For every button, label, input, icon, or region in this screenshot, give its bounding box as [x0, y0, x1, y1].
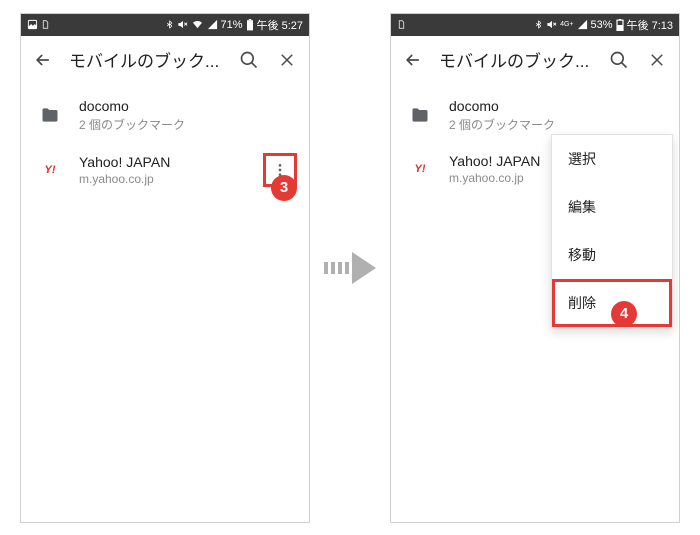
app-header: モバイルのブック... — [21, 36, 309, 84]
phone-screen-right: 4G+ 53% 午後 7:13 モバイルのブック... — [390, 13, 680, 523]
folder-subtitle: 2 個のブックマーク — [79, 116, 297, 133]
mute-icon — [546, 19, 557, 30]
close-button[interactable] — [275, 48, 299, 72]
bookmark-text: Yahoo! JAPAN m.yahoo.co.jp — [79, 154, 245, 186]
page-title: モバイルのブック... — [69, 47, 223, 72]
mute-icon — [177, 19, 188, 30]
clock-time: 午後 5:27 — [257, 17, 303, 33]
signal-icon — [207, 19, 218, 30]
search-button[interactable] — [237, 48, 261, 72]
transition-arrow-icon — [322, 248, 378, 288]
status-bar: 4G+ 53% 午後 7:13 — [391, 14, 679, 36]
folder-icon — [39, 104, 61, 126]
sim-icon — [41, 19, 50, 30]
battery-icon — [616, 19, 624, 31]
network-4g-icon: 4G+ — [560, 21, 573, 28]
phone-screen-left: 71% 午後 5:27 モバイルのブック... — [20, 13, 310, 523]
folder-row[interactable]: docomo 2 個のブックマーク — [21, 88, 309, 143]
status-bar: 71% 午後 5:27 — [21, 14, 309, 36]
step-callout-4: 4 — [611, 301, 637, 327]
back-button[interactable] — [401, 48, 425, 72]
clock-time: 午後 7:13 — [627, 17, 673, 33]
bluetooth-icon — [534, 19, 543, 30]
bookmark-subtitle: m.yahoo.co.jp — [79, 172, 245, 186]
folder-title: docomo — [449, 98, 667, 114]
wifi-icon — [191, 19, 204, 30]
back-button[interactable] — [31, 48, 55, 72]
folder-text: docomo 2 個のブックマーク — [79, 98, 297, 133]
menu-item-edit[interactable]: 編集 — [552, 183, 672, 231]
bookmark-row[interactable]: Y! Yahoo! JAPAN m.yahoo.co.jp — [21, 143, 309, 197]
app-header: モバイルのブック... — [391, 36, 679, 84]
folder-text: docomo 2 個のブックマーク — [449, 98, 667, 133]
signal-icon — [577, 19, 588, 30]
step-callout-3: 3 — [271, 175, 297, 201]
folder-icon — [409, 104, 431, 126]
close-button[interactable] — [645, 48, 669, 72]
menu-item-move[interactable]: 移動 — [552, 231, 672, 279]
context-menu: 選択 編集 移動 削除 — [551, 134, 673, 328]
search-button[interactable] — [607, 48, 631, 72]
tutorial-container: 71% 午後 5:27 モバイルのブック... — [0, 0, 700, 535]
battery-percent: 53% — [591, 19, 613, 31]
menu-item-select[interactable]: 選択 — [552, 135, 672, 183]
bluetooth-icon — [165, 19, 174, 30]
battery-icon — [246, 19, 254, 31]
bookmark-list: docomo 2 個のブックマーク Y! Yahoo! JAPAN m.yaho… — [21, 84, 309, 201]
yahoo-favicon: Y! — [39, 159, 61, 181]
page-title: モバイルのブック... — [439, 47, 593, 72]
sim-icon — [397, 19, 406, 30]
folder-subtitle: 2 個のブックマーク — [449, 116, 667, 133]
bookmark-title: Yahoo! JAPAN — [79, 154, 245, 170]
folder-title: docomo — [79, 98, 297, 114]
battery-percent: 71% — [221, 19, 243, 31]
yahoo-favicon: Y! — [409, 158, 431, 180]
picture-icon — [27, 19, 38, 30]
